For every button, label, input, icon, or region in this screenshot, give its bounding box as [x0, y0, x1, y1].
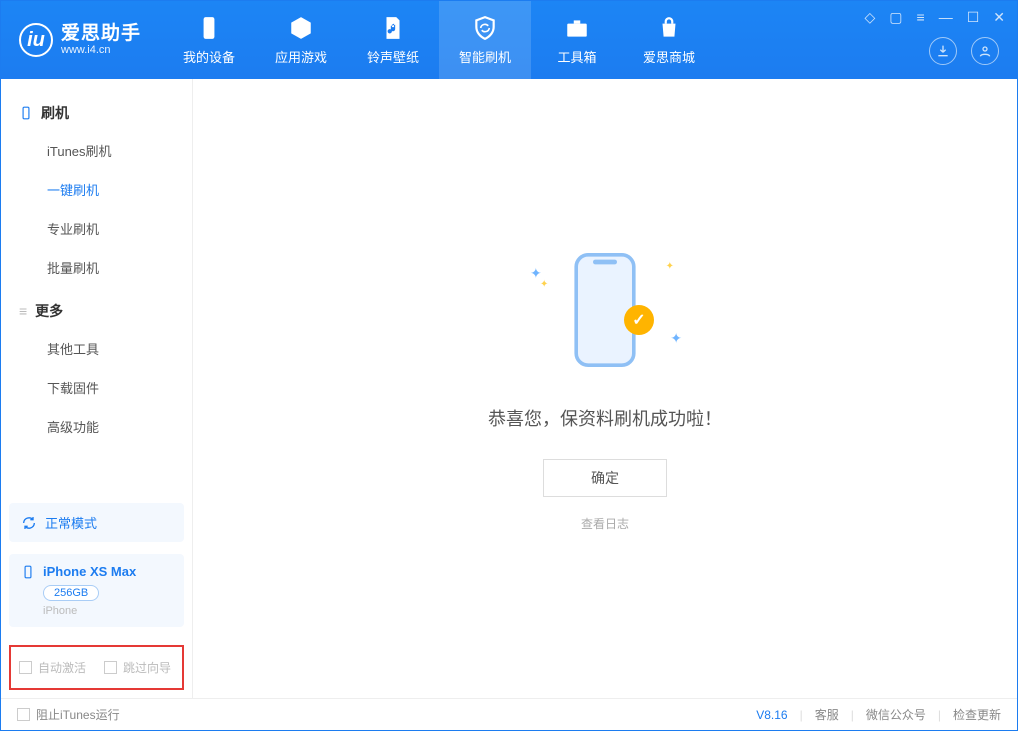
refresh-icon: [21, 515, 37, 531]
support-link[interactable]: 客服: [815, 706, 839, 723]
success-illustration: ✦ ✦ ✦ ✦ ✓: [530, 245, 680, 375]
device-icon: [21, 565, 35, 579]
sidebar-category-flash: 刷机: [1, 89, 192, 131]
brand-url: www.i4.cn: [61, 45, 141, 56]
nav-tabs: 我的设备 应用游戏 铃声壁纸 智能刷机 工具箱 爱思商城: [163, 1, 715, 79]
tab-apps[interactable]: 应用游戏: [255, 1, 347, 79]
tab-smart-flash[interactable]: 智能刷机: [439, 1, 531, 79]
sidebar-category-more: ≡ 更多: [1, 287, 192, 329]
sparkle-icon: ✦: [666, 261, 674, 272]
window-controls: ◇ ▢ ≡ ― ☐ ✕: [865, 9, 1005, 26]
checkbox-block-itunes[interactable]: 阻止iTunes运行: [17, 706, 120, 723]
device-type: iPhone: [43, 605, 172, 617]
sidebar-item-other[interactable]: 其他工具: [1, 329, 192, 368]
bag-icon: [656, 15, 682, 41]
logo[interactable]: iu 爱思助手 www.i4.cn: [1, 1, 163, 79]
checkbox-skip-guide[interactable]: 跳过向导: [104, 659, 171, 676]
phone-icon: [196, 15, 222, 41]
logo-icon: iu: [19, 23, 53, 57]
feedback-icon[interactable]: ▢: [889, 9, 902, 26]
download-icon: [935, 43, 951, 59]
header-actions: [929, 37, 999, 65]
checkbox-auto-activate[interactable]: 自动激活: [19, 659, 86, 676]
close-button[interactable]: ✕: [993, 9, 1005, 26]
shirt-icon[interactable]: ◇: [865, 9, 876, 26]
list-icon: ≡: [19, 303, 27, 319]
briefcase-icon: [564, 15, 590, 41]
main-content: ✦ ✦ ✦ ✦ ✓ 恭喜您，保资料刷机成功啦！ 确定 查看日志: [193, 79, 1017, 698]
checkbox-icon: [104, 661, 117, 674]
footer: 阻止iTunes运行 V8.16 | 客服 | 微信公众号 | 检查更新: [1, 698, 1017, 730]
cube-icon: [288, 15, 314, 41]
sidebar-item-firmware[interactable]: 下载固件: [1, 368, 192, 407]
check-update-link[interactable]: 检查更新: [953, 706, 1001, 723]
ok-button[interactable]: 确定: [543, 459, 667, 497]
download-button[interactable]: [929, 37, 957, 65]
sidebar-item-oneclick[interactable]: 一键刷机: [1, 170, 192, 209]
sparkle-icon: ✦: [670, 330, 682, 347]
sidebar: 刷机 iTunes刷机 一键刷机 专业刷机 批量刷机 ≡ 更多 其他工具 下载固…: [1, 79, 193, 698]
tab-store[interactable]: 爱思商城: [623, 1, 715, 79]
version-label: V8.16: [756, 708, 787, 722]
device-box[interactable]: iPhone XS Max 256GB iPhone: [9, 554, 184, 627]
mode-label: 正常模式: [45, 513, 97, 532]
account-button[interactable]: [971, 37, 999, 65]
tab-ringtones[interactable]: 铃声壁纸: [347, 1, 439, 79]
body: 刷机 iTunes刷机 一键刷机 专业刷机 批量刷机 ≡ 更多 其他工具 下载固…: [1, 79, 1017, 698]
sidebar-item-batch[interactable]: 批量刷机: [1, 248, 192, 287]
sidebar-item-itunes[interactable]: iTunes刷机: [1, 131, 192, 170]
device-name: iPhone XS Max: [43, 564, 136, 579]
header: iu 爱思助手 www.i4.cn 我的设备 应用游戏 铃声壁纸 智能刷机: [1, 1, 1017, 79]
app-window: iu 爱思助手 www.i4.cn 我的设备 应用游戏 铃声壁纸 智能刷机: [0, 0, 1018, 731]
brand-name: 爱思助手: [61, 24, 141, 45]
phone-outline-icon: [19, 106, 33, 120]
sidebar-item-advanced[interactable]: 高级功能: [1, 407, 192, 446]
sync-shield-icon: [472, 15, 498, 41]
highlighted-options: 自动激活 跳过向导: [9, 645, 184, 690]
view-log-link[interactable]: 查看日志: [581, 515, 629, 532]
check-badge-icon: ✓: [624, 305, 654, 335]
sidebar-item-pro[interactable]: 专业刷机: [1, 209, 192, 248]
maximize-button[interactable]: ☐: [967, 9, 980, 26]
mode-box[interactable]: 正常模式: [9, 503, 184, 542]
footer-right: V8.16 | 客服 | 微信公众号 | 检查更新: [756, 706, 1001, 723]
success-message: 恭喜您，保资料刷机成功啦！: [488, 405, 722, 431]
storage-badge: 256GB: [43, 585, 99, 601]
menu-icon[interactable]: ≡: [917, 9, 925, 26]
music-file-icon: [380, 15, 406, 41]
tab-toolbox[interactable]: 工具箱: [531, 1, 623, 79]
minimize-button[interactable]: ―: [939, 9, 953, 26]
sparkle-icon: ✦: [540, 279, 548, 290]
sidebar-list: 刷机 iTunes刷机 一键刷机 专业刷机 批量刷机 ≡ 更多 其他工具 下载固…: [1, 79, 192, 446]
checkbox-icon: [17, 708, 30, 721]
user-icon: [977, 43, 993, 59]
wechat-link[interactable]: 微信公众号: [866, 706, 926, 723]
tab-my-device[interactable]: 我的设备: [163, 1, 255, 79]
checkbox-icon: [19, 661, 32, 674]
